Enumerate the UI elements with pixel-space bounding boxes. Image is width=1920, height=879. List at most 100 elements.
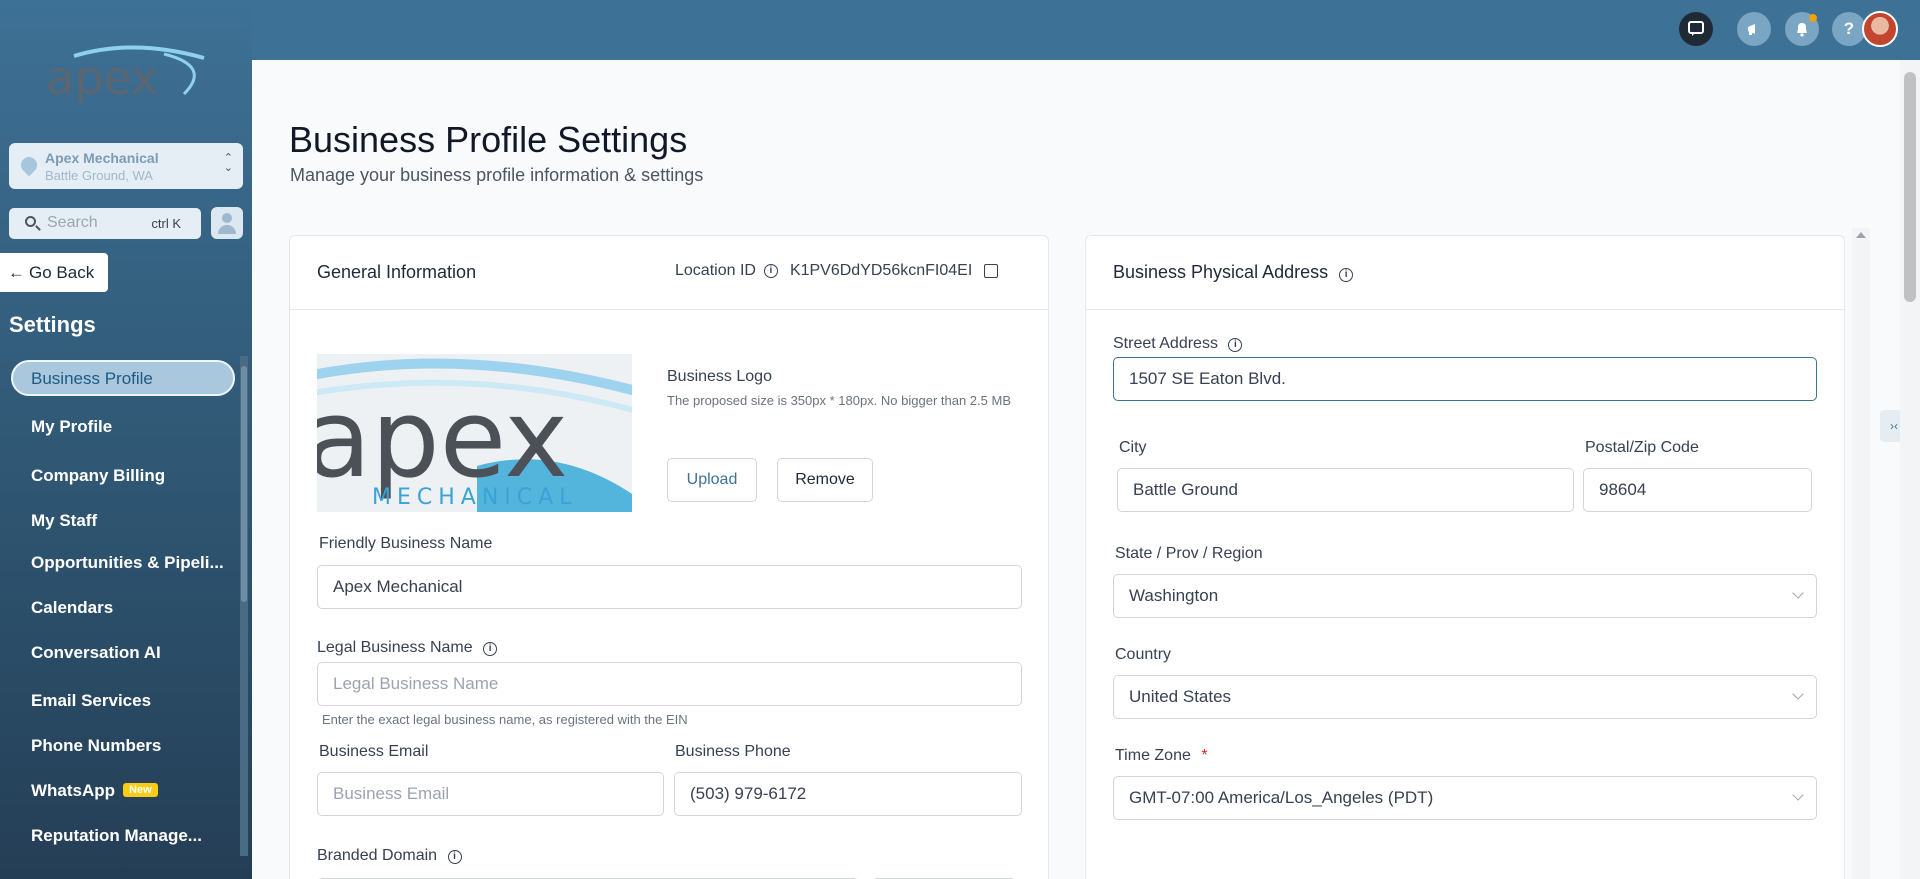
info-icon[interactable]: i <box>483 642 498 656</box>
location-id: Location ID i K1PV6DdYD56kcnFI04EI <box>675 262 999 280</box>
user-icon <box>222 213 232 223</box>
country-label: Country <box>1115 646 1172 663</box>
scroll-up-arrow-icon[interactable] <box>1856 232 1866 238</box>
page-subtitle: Manage your business profile information… <box>290 165 704 185</box>
card-scrollbar[interactable] <box>1852 228 1870 879</box>
chat-icon[interactable] <box>1679 12 1713 46</box>
arrow-left-icon: ← <box>8 262 25 282</box>
sidebar-item-opportunities[interactable]: Opportunities & Pipeli... <box>31 553 224 573</box>
go-back-button[interactable]: ← Go Back <box>0 253 108 292</box>
business-email-input[interactable]: Business Email <box>317 772 664 816</box>
copy-icon[interactable] <box>984 264 999 278</box>
address-title-text: Business Physical Address <box>1113 262 1329 282</box>
friendly-name-input[interactable]: Apex Mechanical <box>317 565 1022 609</box>
info-icon[interactable]: i <box>1228 338 1243 352</box>
help-icon[interactable]: ? <box>1832 12 1866 46</box>
country-select[interactable]: United States <box>1113 675 1817 719</box>
street-address-label: Street Address i <box>1113 335 1243 353</box>
remove-button[interactable]: Remove <box>777 458 873 502</box>
sidebar-item-label: Email Services <box>31 691 152 710</box>
sidebar-item-label: Phone Numbers <box>31 736 162 755</box>
sidebar-item-email-services[interactable]: Email Services <box>31 691 151 711</box>
business-address-card: Business Physical Address i Street Addre… <box>1085 235 1845 879</box>
apex-logo[interactable]: apex <box>44 44 210 106</box>
branded-domain-label: Branded Domain i <box>317 847 462 865</box>
zip-label: Postal/Zip Code <box>1585 439 1699 456</box>
city-input[interactable]: Battle Ground <box>1117 468 1574 512</box>
location-switcher[interactable]: Apex Mechanical Battle Ground, WA ⌃ ⌄ <box>9 143 243 189</box>
search-placeholder: Search <box>47 214 98 231</box>
location-pin-icon <box>17 153 41 177</box>
upload-button[interactable]: Upload <box>667 458 757 502</box>
location-id-value: K1PV6DdYD56kcnFI04EI <box>789 262 973 279</box>
card-header: Business Physical Address i <box>1086 236 1844 310</box>
branded-domain-label-text: Branded Domain <box>317 847 438 864</box>
notification-dot <box>1809 14 1817 22</box>
business-phone-label: Business Phone <box>675 743 791 760</box>
logo-image-text: apex <box>317 377 568 502</box>
sidebar-item-label: Opportunities & Pipeli... <box>31 553 224 572</box>
page-scroll-thumb[interactable] <box>1904 72 1916 302</box>
info-icon[interactable]: i <box>447 850 462 864</box>
sidebar-item-label: Company Billing <box>31 466 166 485</box>
card-title: General Information <box>317 262 477 282</box>
upload-label: Upload <box>686 471 738 488</box>
city-label: City <box>1119 439 1147 456</box>
megaphone-icon[interactable] <box>1737 12 1771 46</box>
legal-name-label: Legal Business Name i <box>317 639 498 657</box>
sidebar-item-calendars[interactable]: Calendars <box>31 598 113 618</box>
sidebar-item-label: Conversation AI <box>31 643 161 662</box>
user-icon-button[interactable] <box>211 207 243 239</box>
sidebar-scroll-thumb[interactable] <box>241 366 247 602</box>
search-input[interactable]: Search ctrl K <box>9 208 201 239</box>
sidebar-item-reputation[interactable]: Reputation Manage... <box>31 826 202 846</box>
info-icon[interactable]: i <box>763 264 778 278</box>
street-address-input[interactable]: 1507 SE Eaton Blvd. <box>1113 357 1817 401</box>
zip-input[interactable]: 98604 <box>1583 468 1812 512</box>
business-logo-image: apex MECHANICAL <box>317 354 632 512</box>
state-select[interactable]: Washington <box>1113 574 1817 618</box>
timezone-select[interactable]: GMT-07:00 America/Los_Angeles (PDT) <box>1113 776 1817 820</box>
info-icon[interactable]: i <box>1339 268 1354 282</box>
go-back-label: Go Back <box>29 262 95 282</box>
state-value: Washington <box>1129 586 1219 605</box>
sidebar-item-label: My Staff <box>31 511 98 530</box>
settings-title: Settings <box>9 312 96 337</box>
user-icon-body <box>218 225 236 234</box>
sidebar-item-label: My Profile <box>31 417 113 436</box>
sidebar-item-business-profile[interactable]: Business Profile <box>11 360 235 396</box>
bell-icon[interactable] <box>1785 12 1819 46</box>
page-title: Business Profile Settings <box>289 119 688 160</box>
sidebar-item-company-billing[interactable]: Company Billing <box>31 466 165 486</box>
location-id-label: Location ID <box>675 262 756 279</box>
country-value: United States <box>1129 687 1232 706</box>
sidebar-item-label: WhatsApp <box>31 781 116 800</box>
chevron-down-icon <box>1792 587 1804 599</box>
card-header: General Information Location ID i K1PV6D… <box>290 236 1048 310</box>
main-content: Business Profile Settings Manage your bu… <box>252 60 1920 879</box>
sidebar-item-phone-numbers[interactable]: Phone Numbers <box>31 736 161 756</box>
general-information-card: General Information Location ID i K1PV6D… <box>289 235 1049 879</box>
page-scrollbar[interactable] <box>1900 60 1920 879</box>
legal-name-input[interactable]: Legal Business Name <box>317 662 1022 706</box>
sidebar-scrollbar[interactable] <box>240 356 248 856</box>
business-phone-input[interactable]: (503) 979-6172 <box>674 772 1022 816</box>
new-badge: New <box>123 783 158 797</box>
sidebar: apex Apex Mechanical Battle Ground, WA ⌃… <box>0 0 252 879</box>
sidebar-item-conversation-ai[interactable]: Conversation AI <box>31 643 161 663</box>
friendly-name-label: Friendly Business Name <box>319 535 493 552</box>
legal-name-label-text: Legal Business Name <box>317 639 473 656</box>
sidebar-item-label: Calendars <box>31 598 114 617</box>
card-title: Business Physical Address i <box>1113 262 1354 283</box>
user-avatar[interactable] <box>1862 11 1898 47</box>
location-city: Battle Ground, WA <box>45 168 153 183</box>
sidebar-item-my-profile[interactable]: My Profile <box>31 417 112 437</box>
timezone-label: Time Zone * <box>1115 747 1208 765</box>
search-icon <box>25 216 36 227</box>
sidebar-item-my-staff[interactable]: My Staff <box>31 511 97 531</box>
sidebar-item-label: Reputation Manage... <box>31 826 202 845</box>
state-label: State / Prov / Region <box>1115 545 1263 562</box>
search-shortcut: ctrl K <box>151 216 181 231</box>
timezone-value: GMT-07:00 America/Los_Angeles (PDT) <box>1129 788 1434 807</box>
sidebar-item-whatsapp[interactable]: WhatsApp New <box>31 781 158 801</box>
